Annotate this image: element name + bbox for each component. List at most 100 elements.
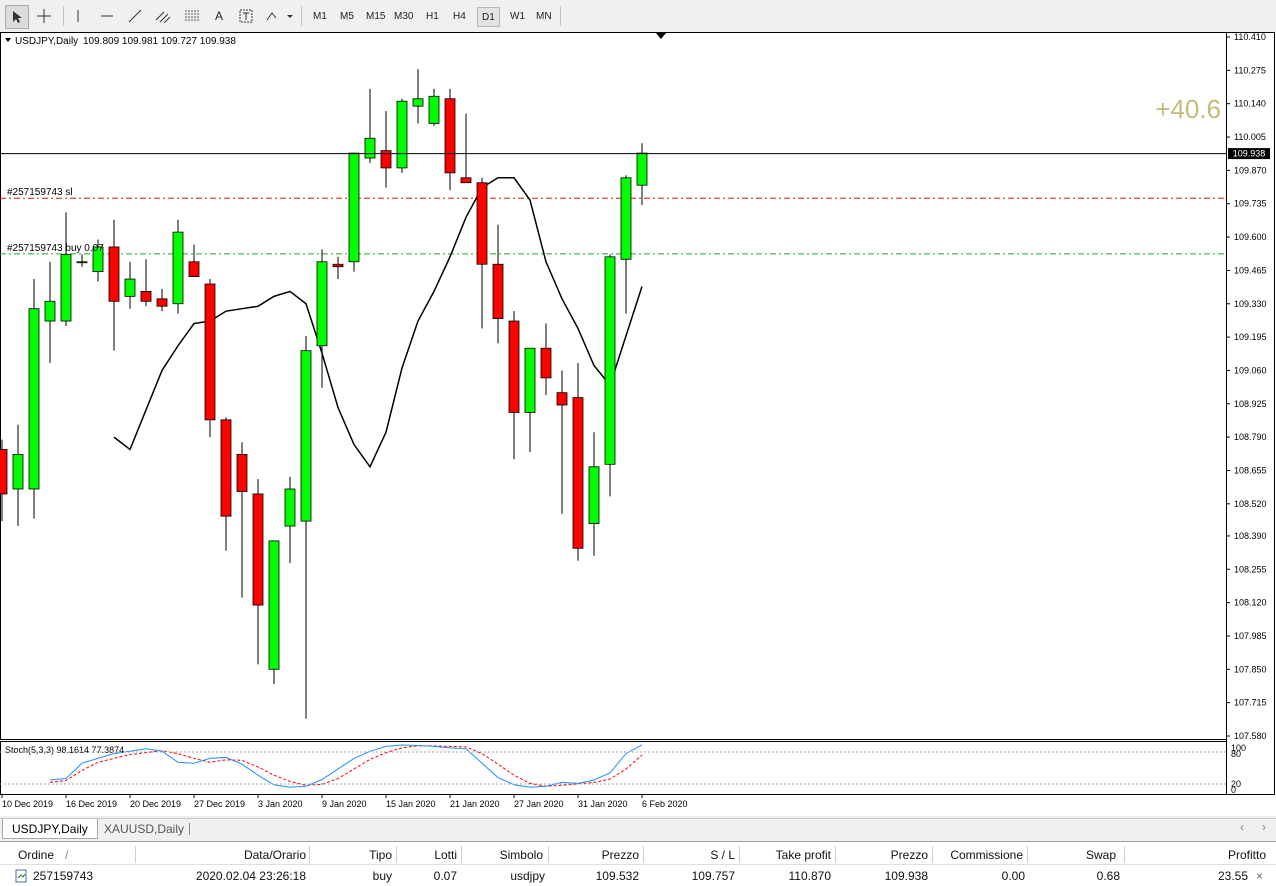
trendline-icon[interactable] <box>124 5 146 27</box>
price-tick-label: 108.520 <box>1234 499 1267 509</box>
timeframe-h1[interactable]: H1 <box>422 7 443 25</box>
candle-body <box>268 540 280 670</box>
horizontal-line-icon[interactable] <box>96 5 118 27</box>
date-tick-label: 16 Dec 2019 <box>66 799 117 809</box>
cell-stop-loss[interactable]: 109.757 <box>644 865 735 886</box>
price-tick-label: 107.985 <box>1234 631 1267 641</box>
timeframe-mn[interactable]: MN <box>532 7 556 25</box>
tab-xauusd-daily[interactable]: XAUUSD,Daily <box>95 819 193 838</box>
text-label-icon[interactable] <box>236 5 256 27</box>
chart-shift-marker-icon[interactable] <box>656 33 666 39</box>
price-tick-label: 108.655 <box>1234 465 1267 475</box>
col-header-datetime[interactable]: Data/Orario <box>136 844 306 865</box>
timeframe-m1[interactable]: M1 <box>309 7 331 25</box>
price-tick-label: 108.120 <box>1234 598 1267 608</box>
cell-datetime: 2020.02.04 23:26:18 <box>195 868 306 883</box>
col-header-sl[interactable]: S / L <box>644 844 735 865</box>
text-tool-icon[interactable]: A <box>209 5 229 27</box>
price-tick-label: 109.600 <box>1234 232 1267 242</box>
col-header-order[interactable]: Ordine <box>18 844 54 865</box>
arrows-dropdown-icon[interactable] <box>263 5 295 27</box>
crosshair-icon[interactable] <box>33 5 55 27</box>
timeframe-w1[interactable]: W1 <box>506 7 529 25</box>
col-header-swap[interactable]: Swap <box>1028 844 1116 865</box>
timeframe-m30[interactable]: M30 <box>390 7 417 25</box>
price-tick-label: 109.195 <box>1234 332 1267 342</box>
candle-body <box>348 152 360 263</box>
timeframe-m5[interactable]: M5 <box>336 7 358 25</box>
cell-symbol: usdjpy <box>510 868 545 883</box>
price-tick-label: 108.255 <box>1234 564 1267 574</box>
candle-body <box>444 98 456 174</box>
candle-body <box>332 263 344 268</box>
candle-body <box>604 256 616 465</box>
fibonacci-icon[interactable] <box>181 5 203 27</box>
tab-usdjpy-daily[interactable]: USDJPY,Daily <box>2 819 98 839</box>
moving-average-line <box>113 177 643 469</box>
price-tick-label: 110.140 <box>1234 99 1266 109</box>
candle-body <box>12 454 24 490</box>
price-tick-label: 110.410 <box>1234 32 1266 42</box>
date-tick-label: 10 Dec 2019 <box>2 799 53 809</box>
candle-body <box>188 261 200 277</box>
col-header-current-price[interactable]: Prezzo <box>836 844 928 865</box>
cell-type: buy <box>372 868 392 883</box>
col-header-symbol[interactable]: Simbolo <box>462 844 543 865</box>
date-tick-label: 27 Jan 2020 <box>514 799 564 809</box>
equidistant-channel-icon[interactable] <box>152 5 174 27</box>
candle-body <box>556 392 568 406</box>
col-header-lots[interactable]: Lotti <box>397 844 457 865</box>
price-tick-label: 108.390 <box>1234 531 1267 541</box>
col-header-take-profit[interactable]: Take profit <box>740 844 831 865</box>
cursor-arrow-icon[interactable] <box>5 5 29 29</box>
price-tick-label: 109.870 <box>1234 165 1267 175</box>
price-tick-label: 109.735 <box>1234 199 1267 209</box>
timeframe-m15[interactable]: M15 <box>362 7 389 25</box>
price-tick-label: 110.275 <box>1234 65 1266 75</box>
col-header-commission[interactable]: Commissione <box>933 844 1023 865</box>
col-header-type[interactable]: Tipo <box>310 844 392 865</box>
candle-body <box>0 449 8 495</box>
candle-body <box>476 182 488 265</box>
chart-tabs: USDJPY,Daily XAUUSD,Daily ‹ › <box>0 818 1276 839</box>
symbol-menu-icon[interactable] <box>5 38 11 42</box>
cell-order[interactable]: 257159743 <box>33 865 93 886</box>
tab-scroll-left-icon[interactable]: ‹ <box>1240 820 1244 834</box>
price-tick-label: 109.465 <box>1234 265 1267 275</box>
terminal-trade-panel: Ordine / Data/Orario Tipo Lotti Simbolo … <box>0 841 1276 886</box>
date-tick-label: 20 Dec 2019 <box>130 799 181 809</box>
stochastic-label: Stoch(5,3,3) 98.1614 77.3874 <box>5 745 124 755</box>
chart-window[interactable]: 110.410 110.275 110.140 110.005 109.870 109.7… <box>0 32 1276 816</box>
candle-body <box>364 137 376 159</box>
date-tick-label: 6 Feb 2020 <box>642 799 688 809</box>
close-order-icon[interactable]: × <box>1256 865 1263 886</box>
candle-body <box>524 347 536 413</box>
col-header-price[interactable]: Prezzo <box>549 844 639 865</box>
vertical-line-icon[interactable] <box>68 5 88 27</box>
candle-body <box>396 100 408 169</box>
timeframe-d1[interactable]: D1 <box>477 7 500 27</box>
candle-body <box>460 177 472 184</box>
price-tick-label: 107.580 <box>1234 731 1267 741</box>
price-tick-label: 108.925 <box>1234 399 1267 409</box>
cell-commission: 0.00 <box>1001 868 1025 883</box>
stoch-level-0: 0 <box>1231 785 1236 795</box>
price-tick-label: 107.850 <box>1234 664 1267 674</box>
stoch-level-80: 80 <box>1231 749 1241 759</box>
timeframe-h4[interactable]: H4 <box>449 7 470 25</box>
candle-body <box>252 493 264 606</box>
date-tick-label: 27 Dec 2019 <box>194 799 245 809</box>
stoch-main-line <box>49 744 643 788</box>
price-tick-label: 109.060 <box>1234 365 1267 375</box>
price-chart[interactable]: 110.410 110.275 110.140 110.005 109.870 109.7… <box>0 32 1276 816</box>
price-tick-label: 107.715 <box>1234 698 1267 708</box>
order-row-icon <box>14 865 30 886</box>
candle-body <box>44 300 56 322</box>
cell-take-profit[interactable]: 110.870 <box>740 865 832 886</box>
chart-ohlc-values: 109.809 109.981 109.727 109.938 <box>83 36 236 47</box>
col-header-profit[interactable]: Profitto <box>1125 844 1266 865</box>
candle-body <box>204 283 216 421</box>
profit-overlay: +40.6 <box>1155 94 1221 124</box>
buy-order-label: #257159743 buy 0.07 <box>7 243 104 254</box>
tab-scroll-right-icon[interactable]: › <box>1262 820 1266 834</box>
